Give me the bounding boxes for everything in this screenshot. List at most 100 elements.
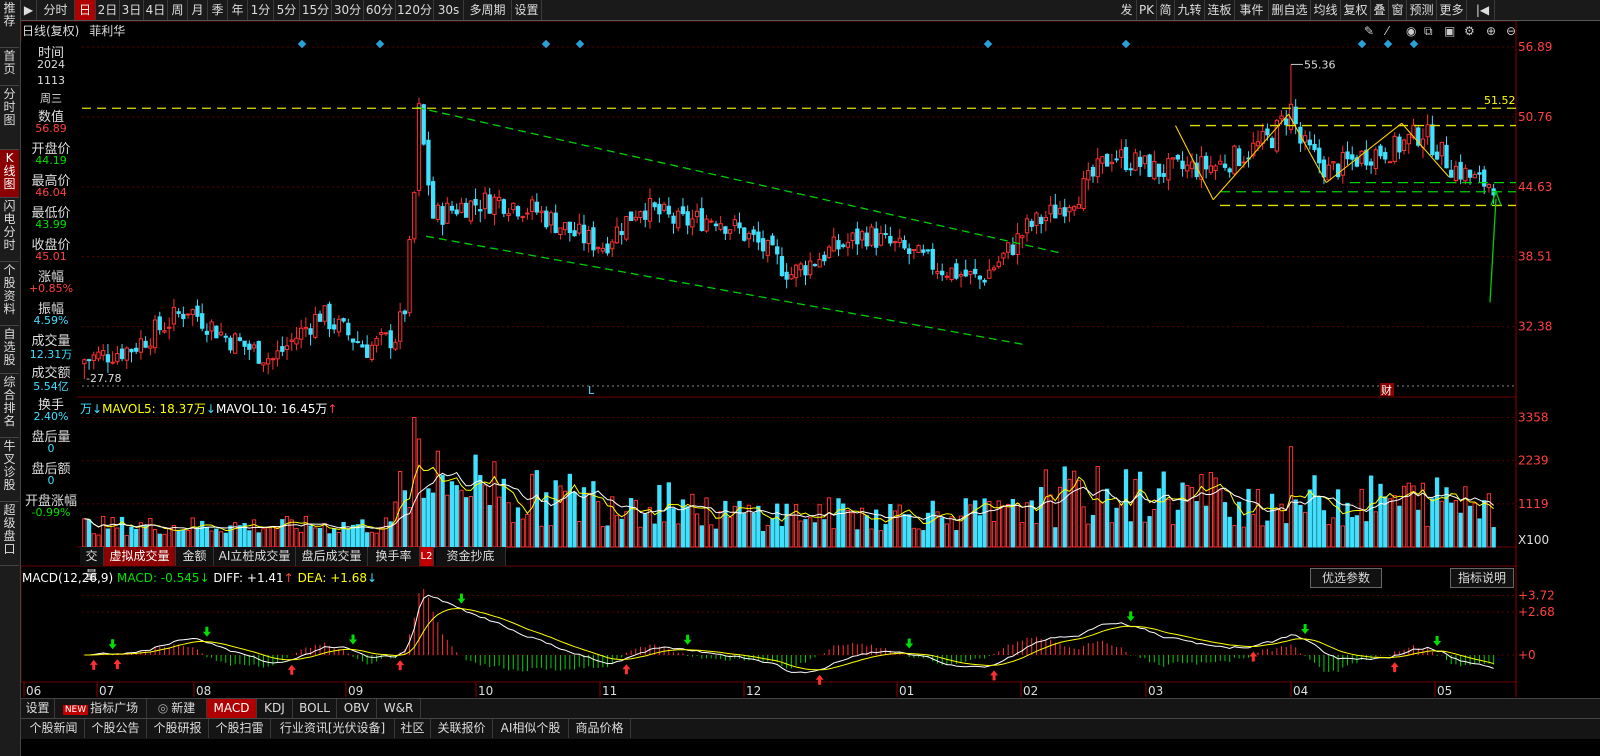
candle-body [143, 340, 148, 348]
arrow-up-icon: ↑ [283, 571, 294, 585]
lock-icon[interactable]: ▣ [1444, 24, 1455, 38]
period-tab[interactable]: 多周期 [464, 0, 512, 20]
period-tab[interactable]: 60分 [364, 0, 396, 20]
info-tab[interactable]: 社区 [395, 719, 431, 738]
info-tab[interactable]: 行业资讯[光伏设备] [271, 719, 395, 738]
volume-bar [1048, 494, 1053, 548]
candle-body [369, 344, 375, 360]
nav-item[interactable]: 自选股 [0, 326, 19, 374]
indicator-tab[interactable]: ◎ 新建 [147, 699, 207, 718]
indicator-tab[interactable]: BOLL [293, 699, 337, 718]
toolbar-button[interactable]: 复权 [1341, 0, 1371, 20]
volume-bar [1090, 514, 1096, 548]
volume-bar [1491, 527, 1496, 548]
info-tab[interactable]: 个股新闻 [23, 719, 85, 738]
indicator-tab[interactable]: NEW 指标广场 [55, 699, 147, 718]
toolbar-button[interactable]: 删自选 [1269, 0, 1311, 20]
nav-item[interactable]: 首页 [0, 48, 19, 86]
indicator-tab[interactable]: KDJ [257, 699, 293, 718]
volume-bar [685, 506, 690, 548]
candle-body [1331, 161, 1336, 164]
toolbar-button[interactable]: 连板 [1205, 0, 1235, 20]
toolbar-button[interactable]: 简 [1157, 0, 1175, 20]
volume-tab[interactable]: AI立桩成交量 [214, 547, 296, 566]
period-tab[interactable]: 15分 [300, 0, 332, 20]
eye-icon[interactable]: ◉ [1406, 24, 1416, 38]
volume-tab[interactable]: 盘后成交量 [296, 547, 368, 566]
period-tab[interactable]: 日 [75, 0, 96, 20]
zoom-in-icon[interactable]: ⊕ [1486, 24, 1496, 38]
nav-item[interactable]: 超级盘口 [0, 502, 19, 566]
toolbar-button[interactable]: 更多 [1437, 0, 1467, 20]
play-icon[interactable]: ▶ [21, 0, 37, 20]
period-tab[interactable]: 120分 [396, 0, 434, 20]
toolbar-button[interactable]: 发 [1117, 0, 1137, 20]
period-tab[interactable]: 月 [188, 0, 208, 20]
period-tab[interactable]: 2日 [96, 0, 120, 20]
period-tab[interactable]: 3日 [120, 0, 144, 20]
info-tab[interactable]: AI相似个股 [493, 719, 569, 738]
volume-bar [1222, 502, 1228, 548]
volume-tab[interactable]: 金额 [176, 547, 214, 566]
nav-item[interactable]: 推荐 [0, 0, 19, 48]
candle-body [803, 265, 808, 276]
volume-tab[interactable]: 交量 [80, 547, 104, 582]
indicator-tab[interactable]: MACD [207, 699, 257, 718]
optimize-params-button[interactable]: 优选参数 [1310, 568, 1382, 588]
volume-bar [445, 494, 450, 548]
candle-body [808, 260, 813, 276]
toolbar-button[interactable]: 事件 [1235, 0, 1269, 20]
volume-bar [1359, 488, 1364, 548]
nav-item[interactable]: 闪电分时 [0, 198, 19, 262]
nav-item[interactable]: K线图 [0, 150, 19, 198]
period-tab[interactable]: 年 [228, 0, 248, 20]
toolbar-button[interactable]: 窗 [1389, 0, 1407, 20]
pen-icon[interactable]: ✎ [1364, 24, 1374, 38]
settings-icon[interactable]: ⚙ [1464, 24, 1475, 38]
toolbar-button[interactable]: 均线 [1311, 0, 1341, 20]
info-value: 0 [47, 442, 55, 455]
info-tab[interactable]: 个股研报 [147, 719, 209, 738]
layers-icon[interactable]: ⧉ [1424, 24, 1433, 38]
volume-tab[interactable]: 换手率 [368, 547, 420, 566]
period-tab[interactable]: 分时 [37, 0, 75, 20]
period-tab[interactable]: 30分 [332, 0, 364, 20]
nav-item[interactable]: 分时图 [0, 86, 19, 150]
period-tab[interactable]: 设置 [512, 0, 542, 20]
toolbar-button[interactable]: PK [1137, 0, 1157, 20]
mavol10-label: MAVOL10: [215, 402, 278, 416]
indicator-tab[interactable]: W&R [377, 699, 421, 718]
info-tab[interactable]: 个股扫雷 [209, 719, 271, 738]
period-tab[interactable]: 1分 [248, 0, 274, 20]
nav-item[interactable]: 牛叉诊股 [0, 438, 19, 502]
period-tab[interactable]: 30s [434, 0, 464, 20]
toolbar-button[interactable]: 九转 [1175, 0, 1205, 20]
period-tab[interactable]: 周 [168, 0, 188, 20]
collapse-icon[interactable]: |◀ [1471, 0, 1495, 20]
kline-chart[interactable]: 55.36 -27.78 51.52 L 财 56.89 50.76 44.63 38.51 3… [0, 0, 1600, 756]
volume-bar [247, 530, 252, 548]
info-tab[interactable]: 个股公告 [85, 719, 147, 738]
toolbar-button[interactable]: 叠 [1371, 0, 1389, 20]
info-tab[interactable]: 商品价格 [569, 719, 631, 738]
volume-tab[interactable]: 资金抄底 [436, 547, 506, 566]
info-value: 4.59% [33, 314, 69, 327]
period-tab[interactable]: 5分 [274, 0, 300, 20]
volume-bar [209, 530, 214, 548]
indicator-help-button[interactable]: 指标说明 [1450, 568, 1514, 588]
nav-item[interactable]: 个股资料 [0, 262, 19, 326]
info-tab[interactable]: 关联报价 [431, 719, 493, 738]
toolbar-button[interactable]: 预测 [1407, 0, 1437, 20]
candle-body [812, 264, 818, 267]
zoom-out-icon[interactable]: ⊖ [1506, 24, 1516, 38]
period-tab[interactable]: 季 [208, 0, 228, 20]
candle-body [115, 353, 120, 363]
indicator-tab[interactable]: 设置 [21, 699, 55, 718]
volume-bar [171, 525, 177, 548]
period-tab[interactable]: 4日 [144, 0, 168, 20]
nav-item[interactable]: 综合排名 [0, 374, 19, 438]
volume-bar [204, 526, 210, 548]
volume-tab[interactable]: 虚拟成交量 [104, 547, 176, 566]
indicator-tab[interactable]: OBV [337, 699, 377, 718]
pencil-icon[interactable]: ⁄ [1383, 24, 1391, 38]
